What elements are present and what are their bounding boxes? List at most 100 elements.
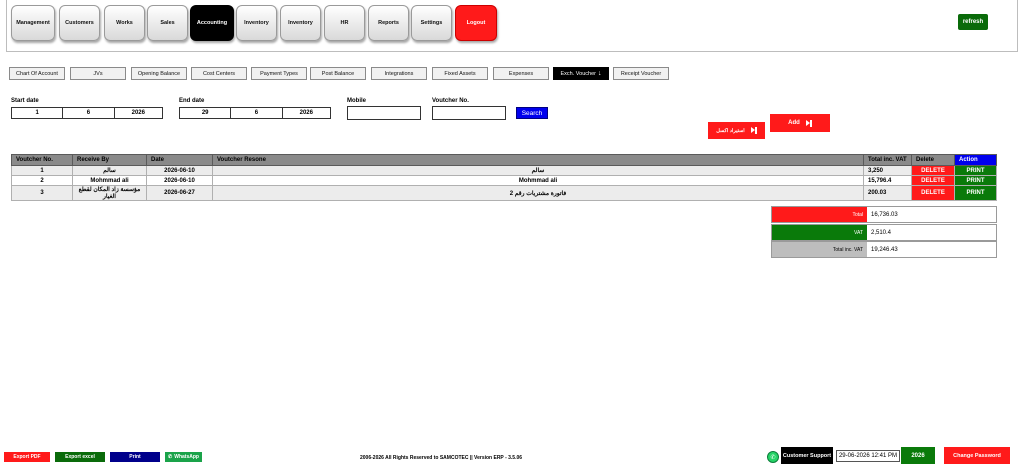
refresh-button[interactable]: refresh	[958, 14, 988, 30]
tab-fixed-assets[interactable]: Fixed Assets	[432, 67, 488, 80]
delete-button[interactable]: DELETE	[911, 175, 955, 186]
col-action: Action	[954, 154, 997, 166]
end-day[interactable]: 29	[180, 108, 232, 118]
logout-button[interactable]: Logout	[455, 5, 497, 41]
tab-receipt-voucher[interactable]: Receipt Voucher	[613, 67, 669, 80]
col-total: Total inc. VAT	[863, 154, 912, 166]
col-receive-by: Receive By	[72, 154, 147, 166]
tab-expenses[interactable]: Expenses	[493, 67, 549, 80]
mobile-label: Mobile	[347, 98, 366, 104]
tab-opening-balance[interactable]: Opening Balance	[131, 67, 187, 80]
whatsapp-button[interactable]: ✆ WhatsApp	[165, 452, 202, 462]
nav-hr[interactable]: HR	[324, 5, 365, 41]
voucher-no-label: Voutcher No.	[432, 98, 469, 104]
current-datetime: 29-06-2026 12:41 PM	[836, 450, 900, 462]
nav-sales[interactable]: Sales	[147, 5, 188, 41]
whatsapp-label: WhatsApp	[174, 454, 199, 460]
vat-row: VAT 2,510.4	[771, 224, 997, 241]
cell-voucher-no: 2	[11, 175, 73, 186]
tab-jvs[interactable]: JVs	[70, 67, 126, 80]
nav-inventory-2[interactable]: Inventory	[280, 5, 321, 41]
nav-reports[interactable]: Reports	[368, 5, 409, 41]
cell-receive-by: مؤسسة زاد المكان لقطع الغيار	[72, 185, 147, 201]
mobile-input[interactable]	[347, 106, 421, 120]
add-label: Add	[788, 120, 800, 126]
nav-management[interactable]: Management	[11, 5, 55, 41]
cell-date: 2026-06-10	[146, 175, 213, 186]
col-reason: Voutcher Resone	[212, 154, 864, 166]
print-button[interactable]: PRINT	[954, 185, 997, 201]
col-delete: Delete	[911, 154, 955, 166]
customer-support-button[interactable]: Customer Support	[781, 447, 833, 464]
voucher-no-input[interactable]	[432, 106, 506, 120]
nav-customers[interactable]: Customers	[59, 5, 100, 41]
nav-accounting[interactable]: Accounting	[190, 5, 234, 41]
table-row: 3 مؤسسة زاد المكان لقطع الغيار 2026-06-2…	[11, 185, 997, 201]
total-row: Total 16,736.03	[771, 206, 997, 223]
cell-receive-by: Mohmmad ali	[72, 175, 147, 186]
import-excel-label: استيراد اكسل	[716, 127, 745, 134]
vat-value: 2,510.4	[867, 225, 996, 240]
import-excel-button[interactable]: استيراد اكسل	[708, 122, 765, 139]
tab-exch-voucher[interactable]: Exch. Voucher ↓	[553, 67, 609, 80]
vat-label: VAT	[772, 225, 867, 240]
cell-voucher-no: 3	[11, 185, 73, 201]
nav-works[interactable]: Works	[104, 5, 145, 41]
cell-reason: سالم	[212, 165, 864, 176]
cell-total: 15,796.4	[863, 175, 912, 186]
cell-total: 200.03	[863, 185, 912, 201]
tab-payment-types[interactable]: Payment Types	[251, 67, 307, 80]
start-date-label: Start date	[11, 98, 39, 104]
end-date-label: End date	[179, 98, 205, 104]
start-month[interactable]: 6	[63, 108, 115, 118]
copyright-text: 2006-2026 All Rights Reserved to SAMCOTE…	[360, 455, 523, 461]
cell-date: 2026-06-27	[146, 185, 213, 201]
cell-reason: Mohmmad ali	[212, 175, 864, 186]
nav-inventory[interactable]: Inventory	[236, 5, 277, 41]
vouchers-table: Voutcher No. Receive By Date Voutcher Re…	[11, 154, 997, 201]
start-day[interactable]: 1	[12, 108, 64, 118]
down-arrow-icon: ↓	[597, 70, 602, 77]
tab-chart-of-account[interactable]: Chart Of Account	[9, 67, 65, 80]
whatsapp-icon[interactable]: ✆	[767, 451, 779, 463]
total-inc-vat-value: 19,246.43	[867, 242, 996, 257]
top-nav-bar: Management Customers Works Sales Account…	[6, 0, 1018, 52]
tab-exch-voucher-label: Exch. Voucher	[560, 70, 596, 77]
delete-button[interactable]: DELETE	[911, 185, 955, 201]
print-all-button[interactable]: Print	[110, 452, 160, 462]
fiscal-year-button[interactable]: 2026	[901, 447, 935, 464]
table-row: 1 سالم 2026-06-10 سالم 3,250 DELETE PRIN…	[11, 165, 997, 176]
start-year[interactable]: 2026	[115, 108, 162, 118]
end-date-field[interactable]: 29 6 2026	[179, 107, 331, 119]
export-pdf-button[interactable]: Export PDF	[4, 452, 50, 462]
start-date-field[interactable]: 1 6 2026	[11, 107, 163, 119]
total-inc-vat-row: Total inc. VAT 19,246.43	[771, 241, 997, 258]
total-label: Total	[772, 207, 867, 222]
table-header-row: Voutcher No. Receive By Date Voutcher Re…	[11, 154, 997, 166]
nav-settings[interactable]: Settings	[411, 5, 452, 41]
add-button[interactable]: Add	[770, 114, 830, 132]
end-month[interactable]: 6	[231, 108, 283, 118]
search-button[interactable]: Search	[516, 107, 548, 119]
tab-post-balance[interactable]: Post Balance	[310, 67, 366, 80]
cell-voucher-no: 1	[11, 165, 73, 176]
tab-cost-centers[interactable]: Cost Centers	[191, 67, 247, 80]
cell-total: 3,250	[863, 165, 912, 176]
end-year[interactable]: 2026	[283, 108, 330, 118]
whatsapp-icon: ✆	[168, 454, 173, 460]
table-row: 2 Mohmmad ali 2026-06-10 Mohmmad ali 15,…	[11, 175, 997, 186]
print-button[interactable]: PRINT	[954, 175, 997, 186]
export-excel-button[interactable]: Export excel	[55, 452, 105, 462]
cell-reason: فاتورة مشتريات رقم 2	[212, 185, 864, 201]
cell-receive-by: سالم	[72, 165, 147, 176]
delete-button[interactable]: DELETE	[911, 165, 955, 176]
total-value: 16,736.03	[867, 207, 996, 222]
col-date: Date	[146, 154, 213, 166]
total-inc-vat-label: Total inc. VAT	[772, 242, 867, 257]
tab-integrations[interactable]: Integrations	[371, 67, 427, 80]
change-password-button[interactable]: Change Password	[944, 447, 1010, 464]
print-button[interactable]: PRINT	[954, 165, 997, 176]
skip-forward-icon	[750, 127, 757, 134]
cell-date: 2026-06-10	[146, 165, 213, 176]
col-voucher-no: Voutcher No.	[11, 154, 73, 166]
